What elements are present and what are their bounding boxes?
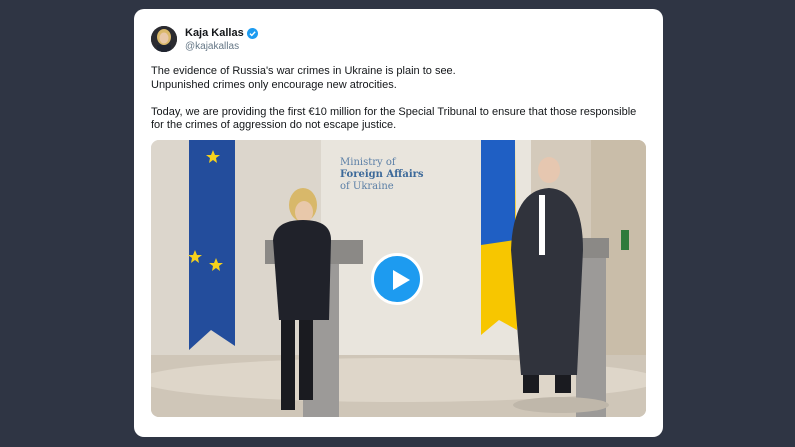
tweet-text: The evidence of Russia's war crimes in U… — [151, 65, 651, 133]
author-handle[interactable]: @kajakallas — [185, 41, 239, 52]
author-name[interactable]: Kaja Kallas — [185, 27, 258, 39]
backdrop-line-2: Foreign Affairs — [340, 169, 424, 180]
tweet-line-4: Today, we are providing the first €10 mi… — [151, 105, 637, 118]
video-player[interactable]: Ministry of Foreign Affairs of Ukraine — [151, 140, 646, 417]
backdrop-line-3: of Ukraine — [340, 181, 394, 192]
tweet-line-3 — [151, 92, 651, 106]
backdrop-text: Ministry of Foreign Affairs of Ukraine — [340, 157, 424, 193]
author-name-text[interactable]: Kaja Kallas — [185, 27, 244, 39]
backdrop-line-1: Ministry of — [340, 157, 396, 168]
tweet-line-5: for the crimes of aggression do not esca… — [151, 119, 397, 131]
tweet-line-2: Unpunished crimes only encourage new atr… — [151, 78, 397, 91]
tweet-line-1: The evidence of Russia's war crimes in U… — [151, 65, 456, 77]
play-button[interactable] — [371, 253, 423, 305]
avatar[interactable] — [151, 26, 177, 52]
verified-badge-icon — [246, 27, 258, 39]
tweet-card[interactable]: Kaja Kallas @kajakallas The evidence of … — [134, 9, 663, 437]
